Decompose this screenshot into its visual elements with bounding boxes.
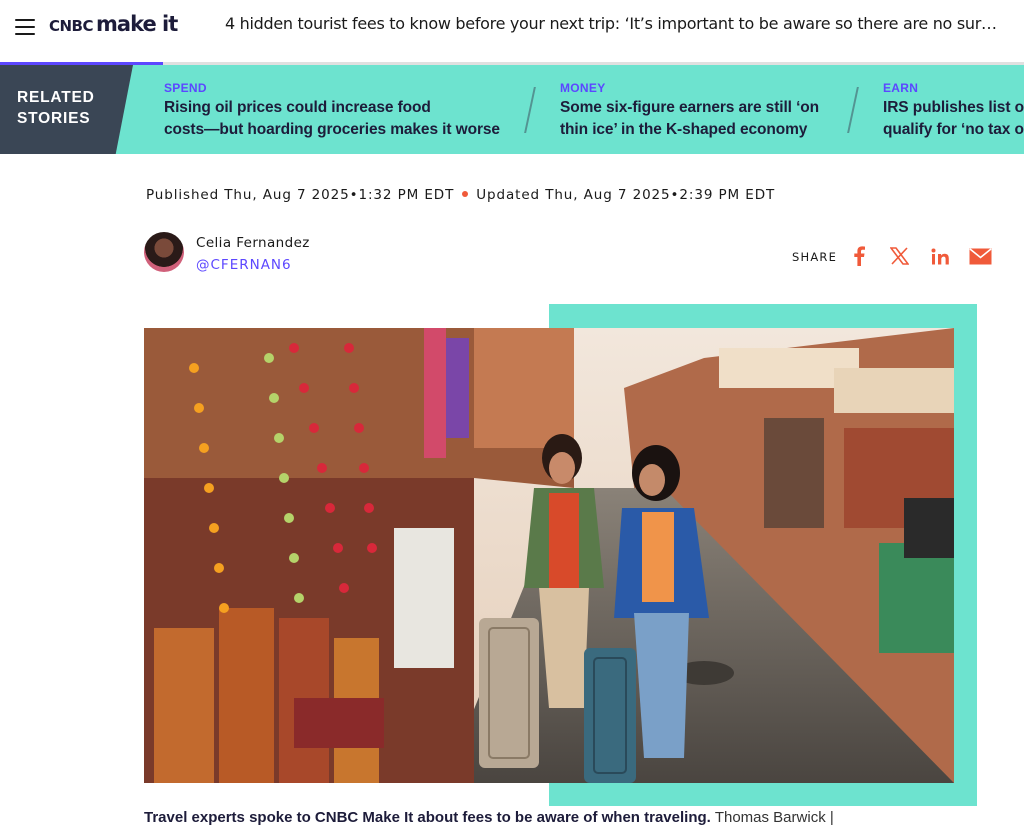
related-story-spend[interactable]: SPEND Rising oil prices could increase f…	[164, 81, 500, 141]
story-title[interactable]: Some six-figure earners are still ‘on th…	[560, 97, 819, 141]
related-label-line1: RELATED	[17, 89, 95, 106]
caption-text: Travel experts spoke to CNBC Make It abo…	[144, 809, 711, 826]
author-avatar[interactable]	[144, 232, 184, 272]
story-title-line: IRS publishes list of	[883, 99, 1024, 116]
header-article-title: 4 hidden tourist fees to know before you…	[225, 14, 997, 33]
hero-image	[144, 328, 954, 783]
meta-separator-dot	[462, 191, 469, 197]
story-title[interactable]: Rising oil prices could increase food co…	[164, 97, 500, 141]
menu-icon[interactable]	[15, 19, 35, 35]
story-title-line: Some six-figure earners are still ‘on	[560, 99, 820, 116]
share-label: SHARE	[792, 250, 838, 264]
caption-credit: Thomas Barwick |	[714, 809, 834, 826]
related-stories-bar: RELATED STORIES SPEND Rising oil prices …	[0, 65, 1024, 154]
story-category: SPEND	[164, 81, 207, 95]
related-story-money[interactable]: MONEY Some six-figure earners are still …	[560, 81, 819, 141]
related-label-line2: STORIES	[17, 110, 91, 127]
x-icon[interactable]	[888, 244, 910, 268]
story-category: MONEY	[560, 81, 606, 95]
story-divider	[847, 87, 859, 133]
story-title[interactable]: IRS publishes list of qualify for ‘no ta…	[883, 97, 1024, 141]
story-category: EARN	[883, 81, 919, 95]
updated-date: Updated Thu, Aug 7 2025•2:39 PM EDT	[476, 187, 776, 203]
logo-makeit-text: make it	[96, 12, 178, 36]
image-caption: Travel experts spoke to CNBC Make It abo…	[144, 809, 834, 826]
related-story-earn[interactable]: EARN IRS publishes list of qualify for ‘…	[883, 81, 1024, 141]
story-title-line: costs—but hoarding groceries makes it wo…	[164, 121, 500, 138]
logo-cnbc-text: CNBC	[49, 17, 94, 35]
market-street-photo	[144, 328, 954, 783]
author-name[interactable]: Celia Fernandez	[196, 235, 310, 251]
story-divider	[524, 87, 536, 133]
story-title-line: Rising oil prices could increase food	[164, 99, 431, 116]
story-title-line: qualify for ‘no tax o	[883, 121, 1024, 138]
facebook-icon[interactable]	[850, 244, 868, 268]
published-date: Published Thu, Aug 7 2025•1:32 PM EDT	[146, 187, 455, 203]
story-title-line: thin ice’ in the K-shaped economy	[560, 121, 808, 138]
author-twitter-handle[interactable]: @CFERNAN6	[196, 257, 292, 273]
related-stories-label: RELATED STORIES	[0, 65, 133, 154]
cnbc-make-it-logo[interactable]: CNBC make it	[49, 12, 178, 36]
email-icon[interactable]	[968, 244, 993, 268]
publish-dates: Published Thu, Aug 7 2025•1:32 PM EDT Upd…	[146, 187, 775, 203]
top-header: CNBC make it 4 hidden tourist fees to kn…	[0, 0, 1024, 62]
linkedin-icon[interactable]	[929, 244, 951, 268]
